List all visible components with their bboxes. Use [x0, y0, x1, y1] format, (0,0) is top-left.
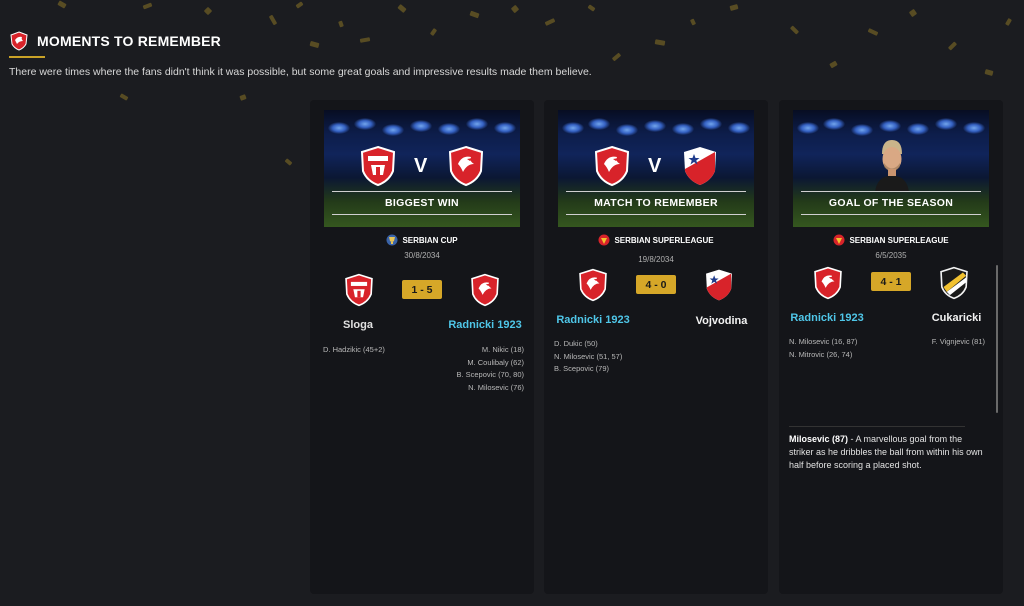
- scorer-line[interactable]: M. Nikic (18): [456, 344, 524, 357]
- home-team-name[interactable]: Radnicki 1923: [550, 314, 636, 326]
- score-badge: 4 - 0: [636, 275, 676, 294]
- radnicki-eagle-crest-icon: [594, 145, 630, 187]
- vojvodina-crest-icon: [684, 147, 716, 185]
- banner-stadium: V BIGGEST WIN: [324, 110, 520, 227]
- match-date: 6/5/2035: [875, 251, 907, 260]
- moment-label: BIGGEST WIN: [385, 197, 459, 209]
- competition-name: SERBIAN CUP: [402, 235, 458, 245]
- competition-row: SERBIAN CUP: [310, 234, 534, 246]
- home-scorers: D. Dukic (50) N. Milosevic (51, 57) B. S…: [554, 338, 622, 376]
- cukaricki-crest-icon: [940, 266, 968, 300]
- sloga-crest-icon: [345, 273, 373, 307]
- goal-scorer[interactable]: Milosevic (87): [789, 434, 848, 444]
- page-header: MOMENTS TO REMEMBER There were times whe…: [9, 31, 592, 78]
- superleague-icon: [598, 234, 610, 246]
- moment-label: MATCH TO REMEMBER: [594, 197, 718, 209]
- radnicki-eagle-crest-icon: [579, 268, 607, 302]
- radnicki-eagle-crest-icon: [448, 145, 484, 187]
- scrollbar[interactable]: [996, 265, 998, 413]
- sloga-crest-icon: [360, 145, 396, 187]
- score-badge: 1 - 5: [402, 280, 442, 299]
- home-team-name[interactable]: Radnicki 1923: [785, 312, 869, 324]
- competition-name: SERBIAN SUPERLEAGUE: [614, 235, 714, 245]
- home-scorers: N. Milosevic (16, 87) N. Mitrovic (26, 7…: [789, 336, 857, 361]
- match-date: 19/8/2034: [638, 255, 674, 264]
- scorer-line[interactable]: D. Hadzikic (45+2): [323, 344, 385, 357]
- away-scorers: M. Nikic (18) M. Coulibaly (62) B. Scepo…: [456, 344, 524, 394]
- scorer-line[interactable]: B. Scepovic (70, 80): [456, 369, 524, 382]
- banner-stadium: V MATCH TO REMEMBER: [558, 110, 754, 227]
- away-team-name[interactable]: Vojvodina: [684, 315, 759, 327]
- title-underline: [9, 56, 45, 58]
- header-title-row: MOMENTS TO REMEMBER: [9, 31, 592, 51]
- scorer-line[interactable]: N. Milosevic (76): [456, 382, 524, 395]
- radnicki-eagle-crest-icon: [471, 273, 499, 307]
- page-title: MOMENTS TO REMEMBER: [37, 33, 221, 49]
- radnicki-eagle-crest-icon: [814, 266, 842, 300]
- away-team-name[interactable]: Radnicki 1923: [445, 319, 525, 331]
- scorer-line[interactable]: D. Dukic (50): [554, 338, 622, 351]
- scorer-line[interactable]: B. Scepovic (79): [554, 363, 622, 376]
- competition-row: SERBIAN SUPERLEAGUE: [779, 234, 1003, 246]
- away-team-name[interactable]: Cukaricki: [919, 312, 994, 324]
- home-scorers: D. Hadzikic (45+2): [323, 344, 385, 357]
- score-badge: 4 - 1: [871, 272, 911, 291]
- competition-name: SERBIAN SUPERLEAGUE: [849, 235, 949, 245]
- competition-row: SERBIAN SUPERLEAGUE: [544, 234, 768, 246]
- player-portrait: [875, 140, 909, 192]
- vojvodina-crest-icon: [706, 269, 732, 301]
- versus-label: V: [648, 155, 662, 177]
- banner-stadium: GOAL OF THE SEASON: [793, 110, 989, 227]
- moment-card-biggest-win[interactable]: V BIGGEST WIN SERBIAN CUP 30/8/2034 1 - …: [310, 100, 534, 594]
- scorer-line[interactable]: N. Milosevic (51, 57): [554, 351, 622, 364]
- serbian-cup-icon: [386, 234, 398, 246]
- home-team-name[interactable]: Sloga: [320, 319, 396, 331]
- goal-description: Milosevic (87) - A marvellous goal from …: [789, 433, 985, 472]
- divider: [789, 426, 965, 427]
- scorer-line[interactable]: N. Mitrovic (26, 74): [789, 349, 857, 362]
- scorer-line[interactable]: F. Vignjevic (81): [932, 336, 985, 349]
- moment-card-goal-of-the-season[interactable]: GOAL OF THE SEASON SERBIAN SUPERLEAGUE 6…: [779, 100, 1003, 594]
- scorer-line[interactable]: N. Milosevic (16, 87): [789, 336, 857, 349]
- superleague-icon: [833, 234, 845, 246]
- versus-label: V: [414, 155, 428, 177]
- scorer-line[interactable]: M. Coulibaly (62): [456, 357, 524, 370]
- match-date: 30/8/2034: [404, 251, 440, 260]
- club-crest-icon: [10, 31, 28, 51]
- moment-card-match-to-remember[interactable]: V MATCH TO REMEMBER SERBIAN SUPERLEAGUE …: [544, 100, 768, 594]
- away-scorers: F. Vignjevic (81): [932, 336, 985, 349]
- page-description: There were times where the fans didn't t…: [9, 66, 592, 78]
- moment-label: GOAL OF THE SEASON: [828, 197, 954, 209]
